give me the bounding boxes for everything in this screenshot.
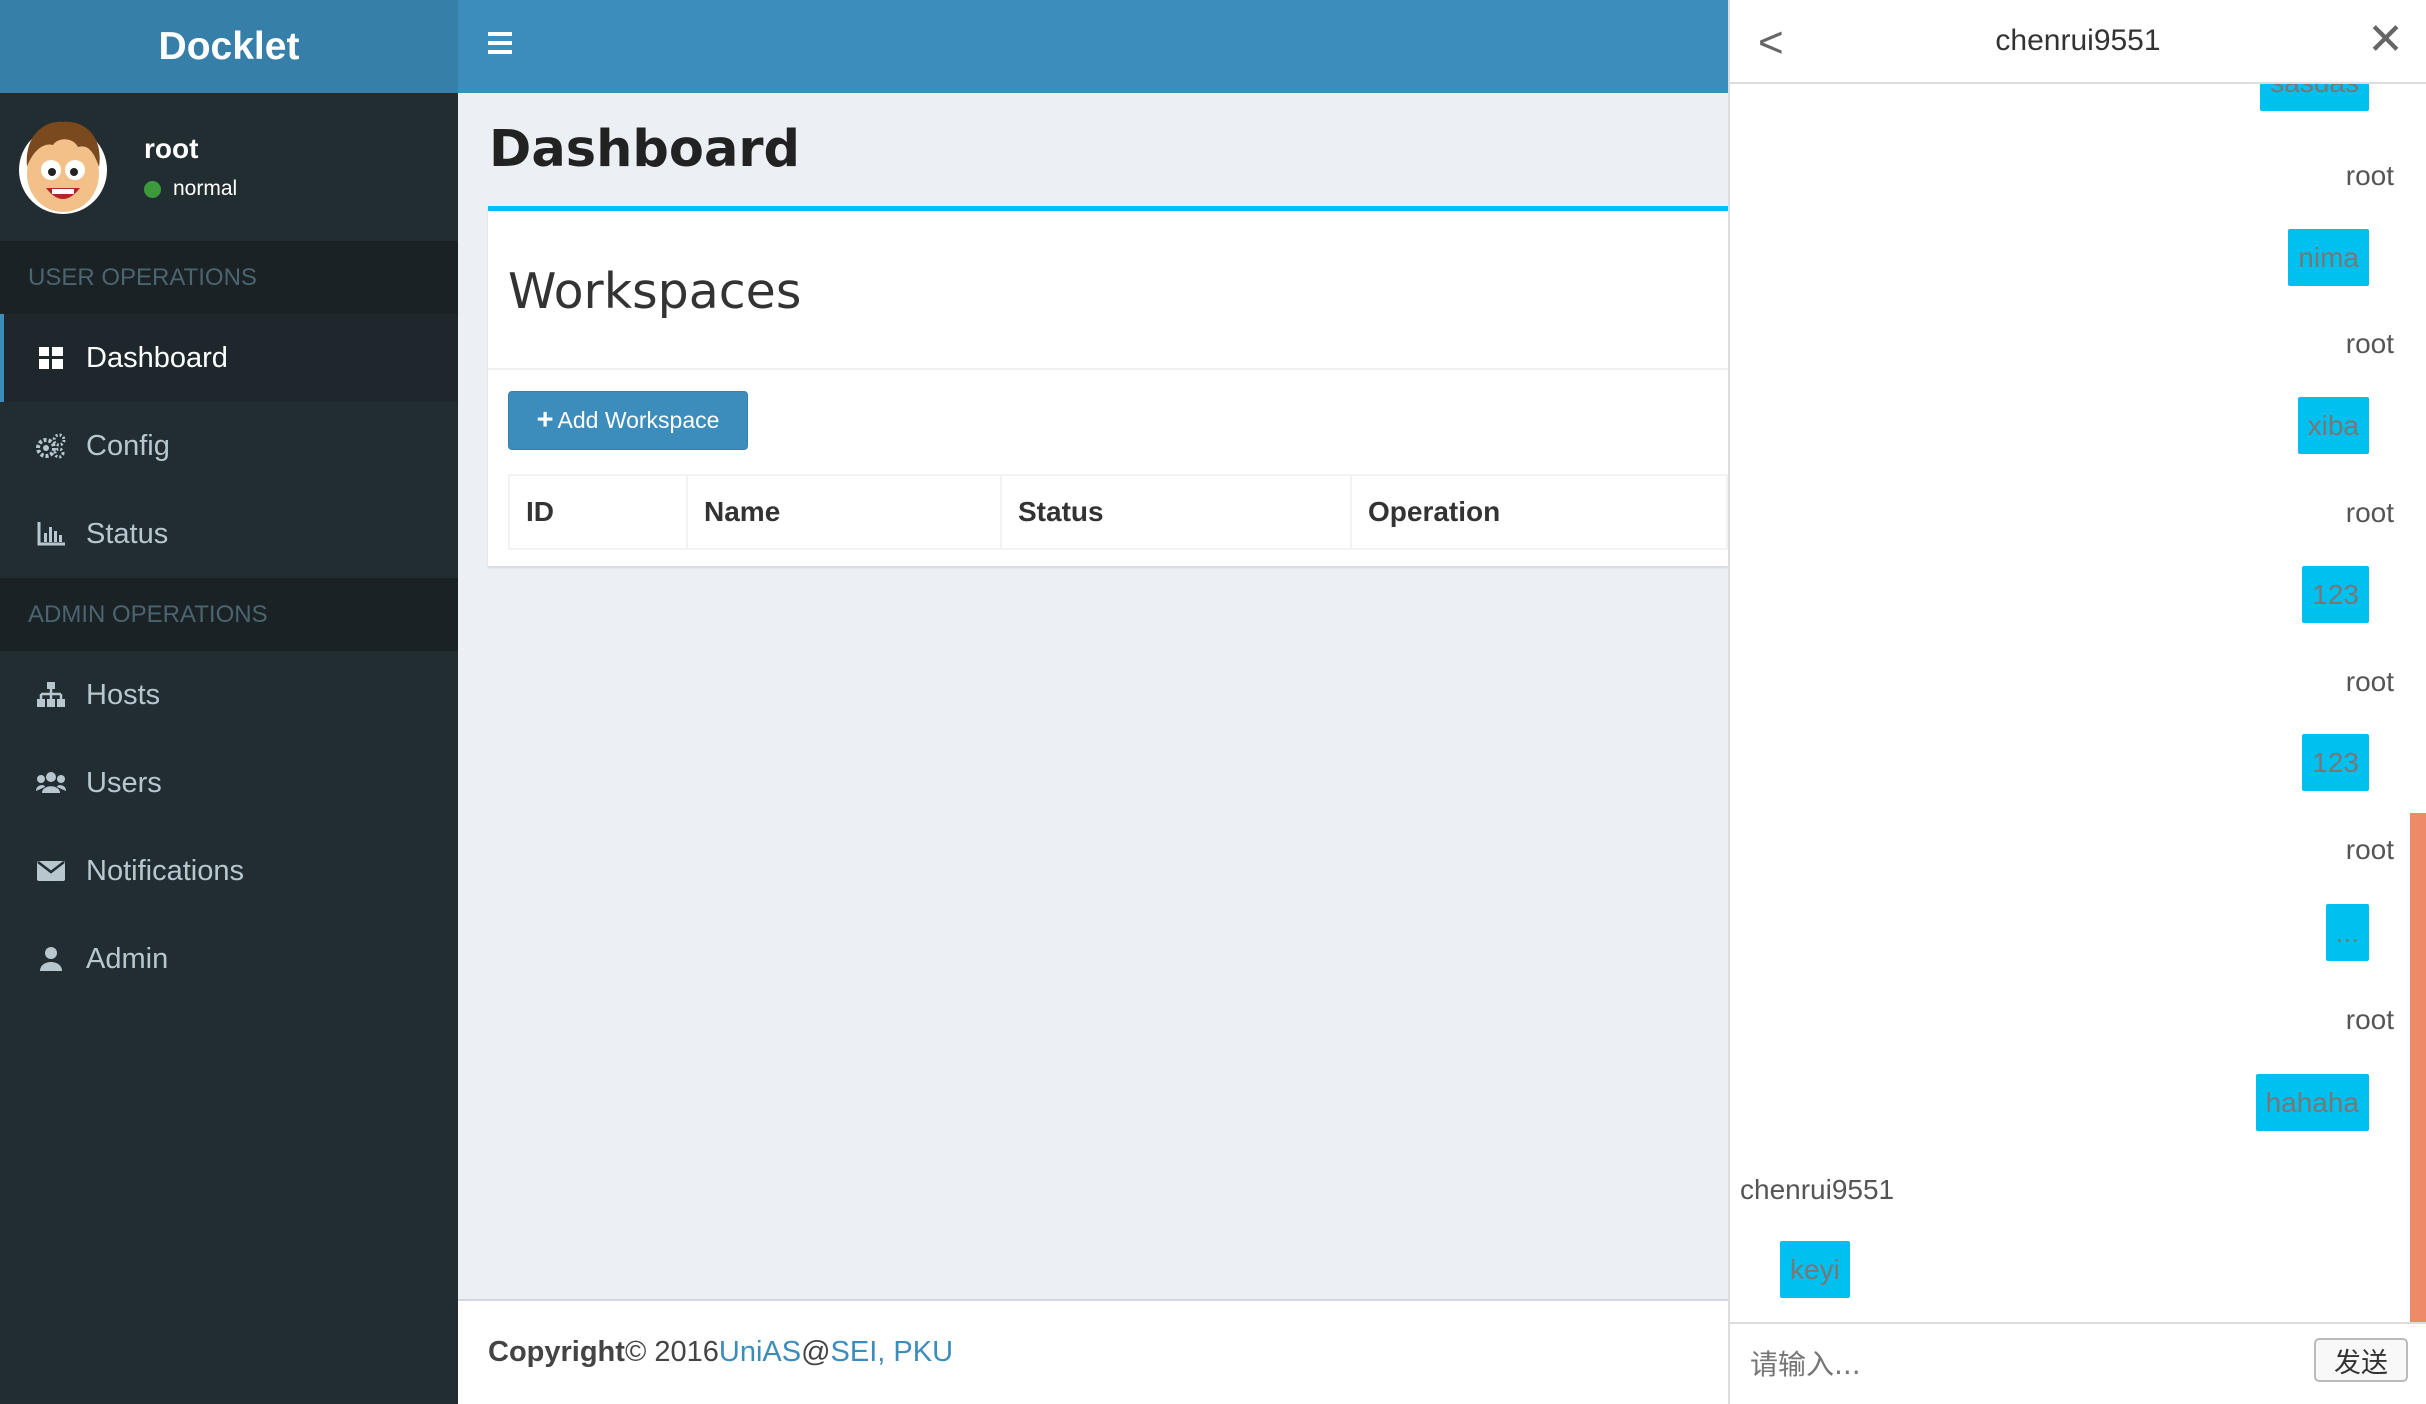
chat-message: 123 xyxy=(2302,566,2369,623)
chat-sender: root xyxy=(2345,160,2394,191)
footer-year: © 2016 xyxy=(624,1336,719,1368)
bar-chart-icon xyxy=(36,519,66,549)
users-icon xyxy=(36,768,66,798)
chat-message: sasdas xyxy=(2260,84,2369,111)
chat-bubble: sasdas xyxy=(2260,84,2369,111)
column-header-status[interactable]: Status xyxy=(1000,474,1352,550)
app-logo[interactable]: Docklet xyxy=(0,0,458,93)
avatar xyxy=(18,112,108,222)
sidebar-item-label: Hosts xyxy=(86,678,161,711)
sidebar-header-user-ops: USER OPERATIONS xyxy=(0,241,458,314)
user-icon xyxy=(36,944,66,974)
sidebar-item-label: Status xyxy=(86,517,169,550)
sidebar-item-label: Config xyxy=(86,429,170,462)
envelope-icon xyxy=(36,856,66,886)
footer: Copyright © 2016 UniAS @ SEI, PKU xyxy=(458,1299,1728,1404)
chat-scrollbar[interactable] xyxy=(2410,813,2426,1322)
sidebar-toggle-icon[interactable] xyxy=(488,32,512,54)
workspaces-box: Workspaces + Add Workspace ID Name Statu… xyxy=(488,206,1728,566)
sidebar-header-admin-ops: ADMIN OPERATIONS xyxy=(0,578,458,651)
chat-input-bar: 发送 xyxy=(1730,1322,2426,1404)
top-navbar xyxy=(458,0,1728,93)
column-header-operation[interactable]: Operation xyxy=(1350,474,1728,550)
user-status-label: normal xyxy=(173,177,238,200)
user-panel: root normal xyxy=(0,93,458,241)
box-title: Workspaces xyxy=(508,263,802,320)
chat-bubble: ... xyxy=(2325,904,2369,961)
chat-sender: root xyxy=(2345,328,2394,359)
user-name: root xyxy=(144,133,199,164)
chat-message: ... xyxy=(2325,904,2369,961)
chat-sender: chenrui9551 xyxy=(1740,1174,1895,1205)
online-dot-icon xyxy=(144,180,161,198)
footer-link-unias[interactable]: UniAS xyxy=(719,1336,801,1369)
chat-messages[interactable]: sasdas root nima root xiba root 123 root… xyxy=(1730,84,2420,1322)
sidebar-item-label: Admin xyxy=(86,942,169,975)
chat-sender: root xyxy=(2345,497,2394,528)
chat-message: hahaha xyxy=(2255,1074,2369,1131)
sidebar-item-label: Notifications xyxy=(86,854,244,887)
add-workspace-button[interactable]: + Add Workspace xyxy=(508,391,748,450)
gears-icon xyxy=(36,431,66,461)
sidebar: Docklet root normal USER OPERATIONS Dash… xyxy=(0,0,458,1404)
chat-bubble: xiba xyxy=(2297,397,2369,454)
workspaces-table: ID Name Status Operation xyxy=(508,474,1728,550)
sidebar-item-users[interactable]: Users xyxy=(0,739,458,827)
chat-message: xiba xyxy=(2297,397,2369,454)
dashboard-icon xyxy=(36,343,66,373)
sidebar-item-notifications[interactable]: Notifications xyxy=(0,827,458,915)
plus-icon: + xyxy=(536,404,554,436)
chat-sender: root xyxy=(2345,1004,2394,1035)
sidebar-item-admin[interactable]: Admin xyxy=(0,915,458,1003)
main-content: Dashboard Workspaces + Add Workspace ID … xyxy=(458,93,1728,1299)
divider xyxy=(488,368,1728,370)
chat-bubble: nima xyxy=(2288,229,2369,286)
chat-bubble: 123 xyxy=(2302,734,2369,791)
sitemap-icon xyxy=(36,680,66,710)
column-header-name[interactable]: Name xyxy=(686,474,1002,550)
sidebar-item-label: Dashboard xyxy=(86,341,228,374)
chat-message: nima xyxy=(2288,229,2369,286)
page-title: Dashboard xyxy=(489,120,801,179)
chat-sender: root xyxy=(2345,666,2394,697)
footer-link-sei-pku[interactable]: SEI, PKU xyxy=(831,1336,954,1369)
chat-title: chenrui9551 xyxy=(1995,24,2161,57)
add-workspace-label: Add Workspace xyxy=(557,407,720,433)
column-header-id[interactable]: ID xyxy=(508,474,688,550)
chat-message-input[interactable] xyxy=(1750,1344,2310,1384)
sidebar-item-label: Users xyxy=(86,766,162,799)
chat-bubble: hahaha xyxy=(2255,1074,2369,1131)
chat-bubble: 123 xyxy=(2302,566,2369,623)
send-button[interactable]: 发送 xyxy=(2314,1338,2408,1382)
chat-bubble: keyi xyxy=(1780,1241,1850,1298)
sidebar-item-config[interactable]: Config xyxy=(0,402,458,490)
table-header-row: ID Name Status Operation xyxy=(508,474,1728,550)
sidebar-item-hosts[interactable]: Hosts xyxy=(0,651,458,739)
chat-panel: < chenrui9551 ✕ sasdas root nima root xi… xyxy=(1728,0,2426,1404)
close-icon[interactable]: ✕ xyxy=(2367,14,2404,65)
chat-message: keyi xyxy=(1780,1241,1850,1298)
back-icon[interactable]: < xyxy=(1758,18,1784,68)
footer-copyright: Copyright xyxy=(488,1336,625,1368)
chat-sender: root xyxy=(2345,834,2394,865)
chat-header: < chenrui9551 ✕ xyxy=(1730,0,2426,84)
user-status: normal xyxy=(144,177,237,201)
chat-message: 123 xyxy=(2302,734,2369,791)
sidebar-item-dashboard[interactable]: Dashboard xyxy=(0,314,458,402)
sidebar-item-status[interactable]: Status xyxy=(0,490,458,578)
footer-at: @ xyxy=(801,1336,831,1368)
